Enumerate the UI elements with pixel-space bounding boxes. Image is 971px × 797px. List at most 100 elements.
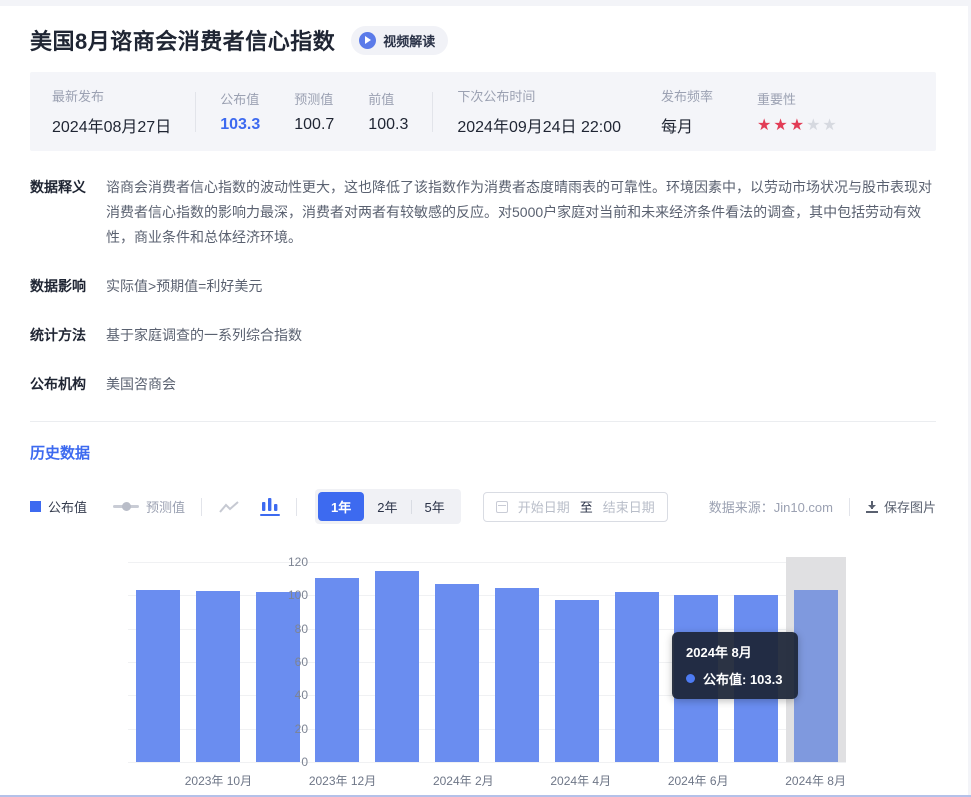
previous-value-number: 100.3: [368, 116, 408, 134]
published-value-label: 公布值: [220, 89, 260, 108]
x-tick-label: [128, 772, 185, 789]
bar[interactable]: [435, 584, 479, 762]
y-tick-label: 20: [248, 722, 308, 736]
bar-chart-icon[interactable]: [260, 498, 280, 516]
detail-row-agency: 公布机构 美国咨商会: [30, 372, 936, 397]
video-explain-label: 视频解读: [383, 31, 435, 50]
divider: [201, 498, 202, 516]
frequency-value: 每月: [661, 113, 713, 137]
next-release-label: 下次公布时间: [457, 86, 621, 105]
tab-1year[interactable]: 1年: [318, 492, 364, 521]
detail-rows: 数据释义 谘商会消费者信心指数的波动性更大，这也降低了该指数作为消费者态度晴雨表…: [30, 175, 936, 397]
next-release: 下次公布时间 2024年09月24日 22:00: [457, 86, 621, 137]
data-source-label: 数据来源：Jin10.com: [709, 497, 833, 516]
star-filled-icon: ★: [773, 118, 787, 134]
history-chart: 2024年 8月 公布值: 103.3 020406080100120: [30, 554, 936, 762]
detail-label: 统计方法: [30, 323, 106, 348]
x-tick-label: [729, 772, 786, 789]
detail-value: 基于家庭调查的一系列综合指数: [106, 323, 936, 348]
date-range-picker[interactable]: 开始日期 至 结束日期: [483, 492, 668, 522]
previous-value-label: 前值: [368, 89, 408, 108]
gridline: [128, 762, 846, 763]
frequency: 发布频率 每月: [661, 86, 713, 137]
tooltip-series-row: 公布值: 103.3: [686, 669, 782, 688]
x-tick-label: 2023年 12月: [309, 772, 376, 789]
bar-chart-active-underline: [260, 514, 280, 516]
detail-row-method: 统计方法 基于家庭调查的一系列综合指数: [30, 323, 936, 348]
bar[interactable]: [495, 588, 539, 763]
x-tick-label: 2024年 8月: [785, 772, 846, 789]
detail-value: 美国咨商会: [106, 372, 936, 397]
x-tick-label: 2023年 10月: [185, 772, 252, 789]
importance-label: 重要性: [757, 89, 837, 108]
divider: [195, 92, 196, 132]
play-icon: [359, 32, 376, 49]
bar[interactable]: [555, 600, 599, 762]
detail-label: 数据影响: [30, 274, 106, 299]
star-empty-icon: ★: [806, 118, 820, 134]
section-divider: [30, 421, 936, 422]
bar[interactable]: [615, 592, 659, 762]
bar[interactable]: [794, 590, 838, 762]
end-date-input[interactable]: 结束日期: [603, 497, 655, 516]
bar-cell: [188, 562, 248, 762]
importance: 重要性 ★★★★★: [757, 89, 837, 134]
previous-value: 前值 100.3: [368, 89, 408, 134]
divider: [432, 92, 433, 132]
save-image-button[interactable]: 保存图片: [866, 497, 936, 516]
line-chart-icon[interactable]: [218, 499, 240, 515]
date-range-to-label: 至: [580, 497, 593, 516]
bar-cell: [367, 562, 427, 762]
calendar-icon: [496, 501, 508, 513]
latest-release: 最新发布 2024年08月27日: [52, 86, 171, 137]
frequency-label: 发布频率: [661, 86, 713, 105]
tooltip-value: 公布值: 103.3: [703, 669, 782, 688]
y-tick-label: 100: [248, 588, 308, 602]
next-release-value: 2024年09月24日 22:00: [457, 113, 621, 137]
tab-5year[interactable]: 5年: [412, 492, 458, 521]
divider: [296, 498, 297, 516]
published-value: 公布值 103.3: [220, 89, 260, 134]
detail-value: 谘商会消费者信心指数的波动性更大，这也降低了该指数作为消费者态度晴雨表的可靠性。…: [106, 175, 936, 250]
chart-tooltip: 2024年 8月 公布值: 103.3: [672, 632, 798, 699]
start-date-input[interactable]: 开始日期: [518, 497, 570, 516]
indicator-page: 美国8月谘商会消费者信心指数 视频解读 最新发布 2024年08月27日 公布值…: [0, 0, 971, 797]
x-tick-label: 2024年 6月: [668, 772, 729, 789]
video-explain-button[interactable]: 视频解读: [351, 26, 448, 55]
x-tick-label: 2024年 4月: [550, 772, 611, 789]
bar[interactable]: [136, 590, 180, 762]
detail-label: 数据释义: [30, 175, 106, 250]
bar[interactable]: [315, 578, 359, 763]
x-tick-label: [494, 772, 551, 789]
summary-bar: 最新发布 2024年08月27日 公布值 103.3 预测值 100.7 前值 …: [30, 72, 936, 151]
bar-cell: [427, 562, 487, 762]
forecast-value: 预测值 100.7: [294, 89, 334, 134]
forecast-value-number: 100.7: [294, 116, 334, 134]
chart-toolbar: 公布值 预测值 1年 2年 5年 开: [30, 489, 936, 524]
header: 美国8月谘商会消费者信心指数 视频解读: [30, 24, 936, 56]
legend-forecast[interactable]: 预测值: [113, 497, 185, 516]
detail-label: 公布机构: [30, 372, 106, 397]
y-tick-label: 80: [248, 622, 308, 636]
legend-forecast-label: 预测值: [146, 497, 185, 516]
tab-2year[interactable]: 2年: [364, 492, 410, 521]
bar[interactable]: [256, 592, 300, 762]
latest-release-label: 最新发布: [52, 86, 171, 105]
page-title: 美国8月谘商会消费者信心指数: [30, 24, 335, 56]
x-tick-label: [252, 772, 309, 789]
star-empty-icon: ★: [822, 118, 836, 134]
y-tick-label: 0: [248, 755, 308, 769]
legend-published[interactable]: 公布值: [30, 497, 87, 516]
bar[interactable]: [375, 571, 419, 762]
bar-cell: [607, 562, 667, 762]
detail-value: 实际值>预期值=利好美元: [106, 274, 936, 299]
importance-stars: ★★★★★: [757, 118, 837, 134]
bar-cell: [487, 562, 547, 762]
value-stats: 公布值 103.3 预测值 100.7 前值 100.3: [220, 89, 408, 134]
bar-cell: [307, 562, 367, 762]
tooltip-title: 2024年 8月: [686, 642, 782, 661]
bar[interactable]: [196, 591, 240, 762]
legend-published-label: 公布值: [48, 497, 87, 516]
y-tick-label: 120: [248, 555, 308, 569]
forecast-value-label: 预测值: [294, 89, 334, 108]
